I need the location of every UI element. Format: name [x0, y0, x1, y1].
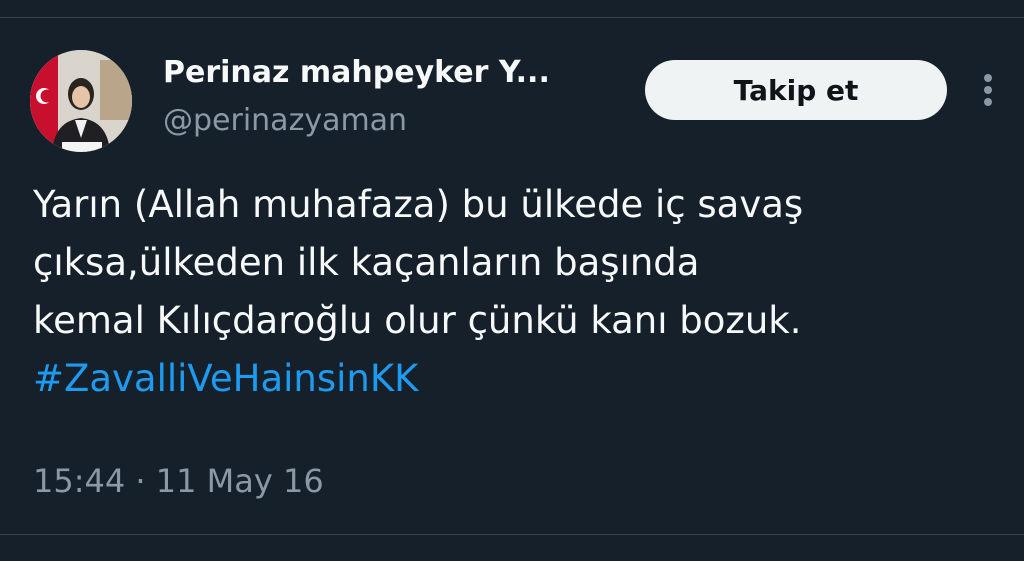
tweet-timestamp[interactable]: 15:44 · 11 May 16: [33, 461, 324, 501]
tweet-line: çıksa,ülkeden ilk kaçanların başında: [33, 241, 700, 284]
display-name[interactable]: Perinaz mahpeyker Y...: [163, 53, 550, 93]
tweet-line: kemal Kılıçdaroğlu olur çünkü kanı bozuk…: [33, 299, 802, 342]
hashtag-link[interactable]: #ZavalliVeHainsinKK: [33, 350, 993, 408]
avatar[interactable]: [30, 50, 132, 152]
follow-button[interactable]: Takip et: [645, 60, 947, 120]
avatar-image: [30, 50, 132, 152]
bottom-divider: [0, 534, 1024, 535]
more-vertical-icon[interactable]: [978, 70, 998, 110]
tweet-text: Yarın (Allah muhafaza) bu ülkede iç sava…: [33, 176, 993, 408]
user-handle[interactable]: @perinazyaman: [163, 101, 407, 141]
top-divider: [0, 17, 1024, 18]
tweet-line: Yarın (Allah muhafaza) bu ülkede iç sava…: [33, 183, 804, 226]
